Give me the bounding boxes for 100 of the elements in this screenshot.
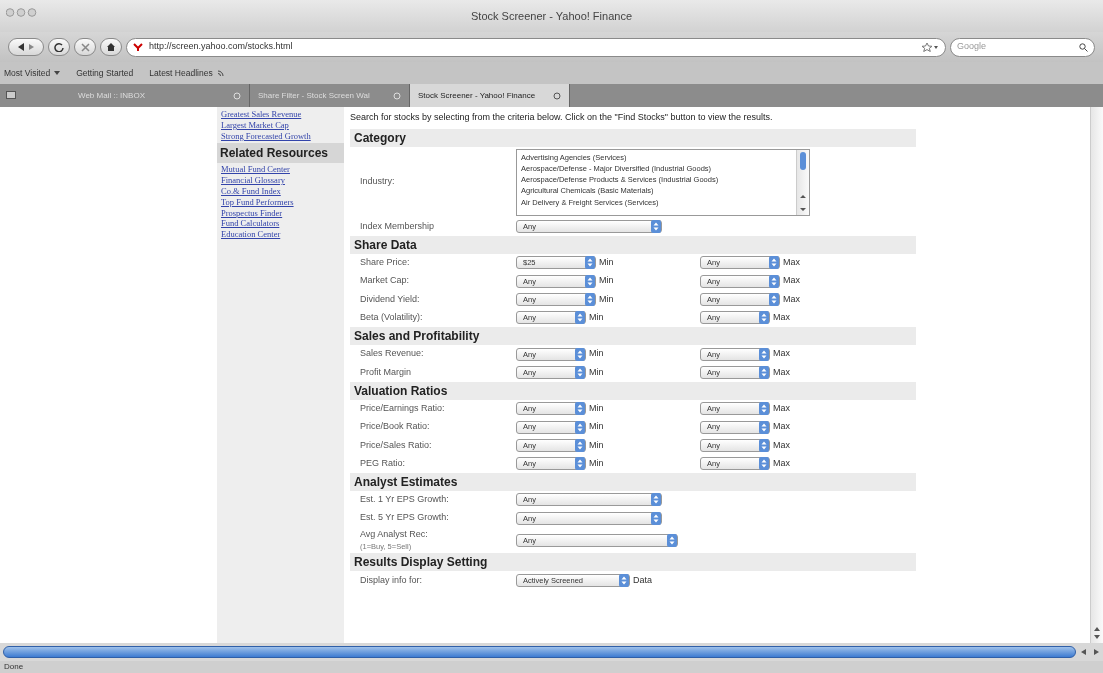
sidebar-link[interactable]: Largest Market Cap (221, 119, 344, 131)
max-label: Max (773, 401, 790, 415)
max-label: Max (783, 292, 800, 306)
sidebar-link[interactable]: Prospectus Finder (221, 207, 344, 219)
min-label: Min (589, 438, 604, 452)
stepper-icon (585, 293, 595, 307)
stepper-icon (759, 365, 769, 379)
reload-icon (54, 42, 64, 52)
stepper-icon (651, 493, 661, 507)
close-icon (80, 42, 90, 52)
field-label: Index Membership (360, 219, 436, 233)
star-icon[interactable] (921, 42, 939, 52)
home-button[interactable] (100, 38, 122, 56)
bookmark-item[interactable]: Latest Headlines (149, 66, 224, 80)
sidebar-link[interactable]: Education Center (221, 229, 344, 240)
field-label: Sales Revenue: (360, 347, 425, 361)
tab-overview-icon[interactable] (6, 91, 16, 100)
stepper-icon (759, 347, 769, 361)
tab-circle-icon[interactable] (553, 91, 561, 100)
vertical-scrollbar[interactable] (1090, 107, 1103, 643)
field-label: Price/Sales Ratio: (360, 438, 433, 452)
reload-button[interactable] (48, 38, 70, 56)
stepper-icon (585, 256, 595, 270)
field-label: Est. 5 Yr EPS Growth: (360, 511, 450, 525)
field-label: Avg Analyst Rec: (360, 528, 429, 541)
sidebar-link[interactable]: Fund Calculators (221, 218, 344, 230)
max-label: Max (783, 256, 800, 270)
stepper-icon (575, 420, 585, 434)
industry-listbox[interactable] (516, 148, 810, 216)
section-heading: Results Display Setting (350, 553, 916, 572)
stepper-icon (759, 420, 769, 434)
min-label: Min (599, 292, 614, 306)
stepper-icon (759, 457, 769, 471)
section-heading: Share Data (350, 235, 916, 254)
min-label: Min (589, 365, 604, 379)
max-label: Max (773, 347, 790, 361)
max-label: Max (773, 311, 790, 325)
house-icon (106, 42, 116, 52)
stepper-icon (575, 457, 585, 471)
field-label: Market Cap: (360, 274, 411, 288)
stepper-icon (585, 274, 595, 288)
status-text: Done (0, 661, 1103, 673)
stepper-icon (667, 533, 677, 547)
min-label: Min (599, 256, 614, 270)
sidebar-heading: Related Resources (217, 143, 344, 164)
max-label: Max (773, 438, 790, 452)
stepper-icon (759, 311, 769, 325)
intro-text: Search for stocks by selecting from the criteria below. Click on the "Find Stocks" button to view the results. (350, 111, 774, 124)
section-heading: Valuation Ratios (350, 381, 916, 400)
suffix-label: Data (633, 573, 652, 587)
site-icon (133, 42, 145, 52)
field-label: Dividend Yield: (360, 292, 421, 306)
back-button[interactable] (8, 38, 44, 56)
field-label: Price/Book Ratio: (360, 420, 431, 434)
min-label: Min (589, 420, 604, 434)
browser-tab[interactable]: Stock Screener - Yahoo! Finance (410, 84, 570, 107)
stepper-icon (651, 220, 661, 234)
stepper-icon (759, 402, 769, 416)
min-label: Min (589, 401, 604, 415)
bookmark-item[interactable]: Most Visited (4, 66, 61, 80)
field-label: Price/Earnings Ratio: (360, 401, 446, 415)
stepper-icon (575, 438, 585, 452)
stepper-icon (575, 365, 585, 379)
search-icon[interactable] (1079, 42, 1088, 52)
back-forward-arrows-icon (16, 42, 36, 52)
min-label: Min (589, 456, 604, 470)
stepper-icon (769, 274, 779, 288)
max-label: Max (773, 420, 790, 434)
field-label: Industry: (360, 175, 396, 189)
stepper-icon (769, 293, 779, 307)
stepper-icon (575, 311, 585, 325)
max-label: Max (783, 274, 800, 288)
field-label: Display info for: (360, 573, 424, 587)
field-label: Share Price: (360, 256, 411, 270)
max-label: Max (773, 456, 790, 470)
scroll-arrows-icon[interactable] (1080, 648, 1100, 656)
stepper-icon (759, 438, 769, 452)
min-label: Min (589, 311, 604, 325)
horizontal-scrollbar[interactable] (3, 646, 1076, 658)
max-label: Max (773, 365, 790, 379)
field-label: Profit Margin (360, 365, 413, 379)
address-field[interactable]: http://screen.yahoo.com/stocks.html (126, 37, 946, 57)
sidebar-link[interactable]: Top Fund Performers (221, 196, 344, 208)
min-label: Min (599, 274, 614, 288)
sidebar-link[interactable]: Strong Forecasted Growth (221, 130, 344, 142)
field-label: Est. 1 Yr EPS Growth: (360, 493, 450, 507)
section-heading: Analyst Estimates (350, 472, 916, 491)
stepper-icon (619, 574, 629, 587)
sidebar-link[interactable]: Co.& Fund Index (221, 186, 344, 197)
window-title: Stock Screener - Yahoo! Finance (471, 9, 632, 24)
stepper-icon (575, 347, 585, 361)
sidebar-link[interactable]: Financial Glossary (221, 175, 344, 186)
section-heading: Sales and Profitability (350, 327, 916, 345)
sidebar-link[interactable]: Mutual Fund Center (221, 164, 344, 176)
min-label: Min (589, 347, 604, 361)
section-heading: Category (350, 128, 916, 147)
sidebar-link[interactable]: Greatest Sales Revenue (221, 109, 344, 120)
stepper-icon (651, 511, 661, 525)
bookmark-item[interactable]: Getting Started (76, 66, 134, 80)
field-label: Beta (Volatility): (360, 311, 424, 325)
